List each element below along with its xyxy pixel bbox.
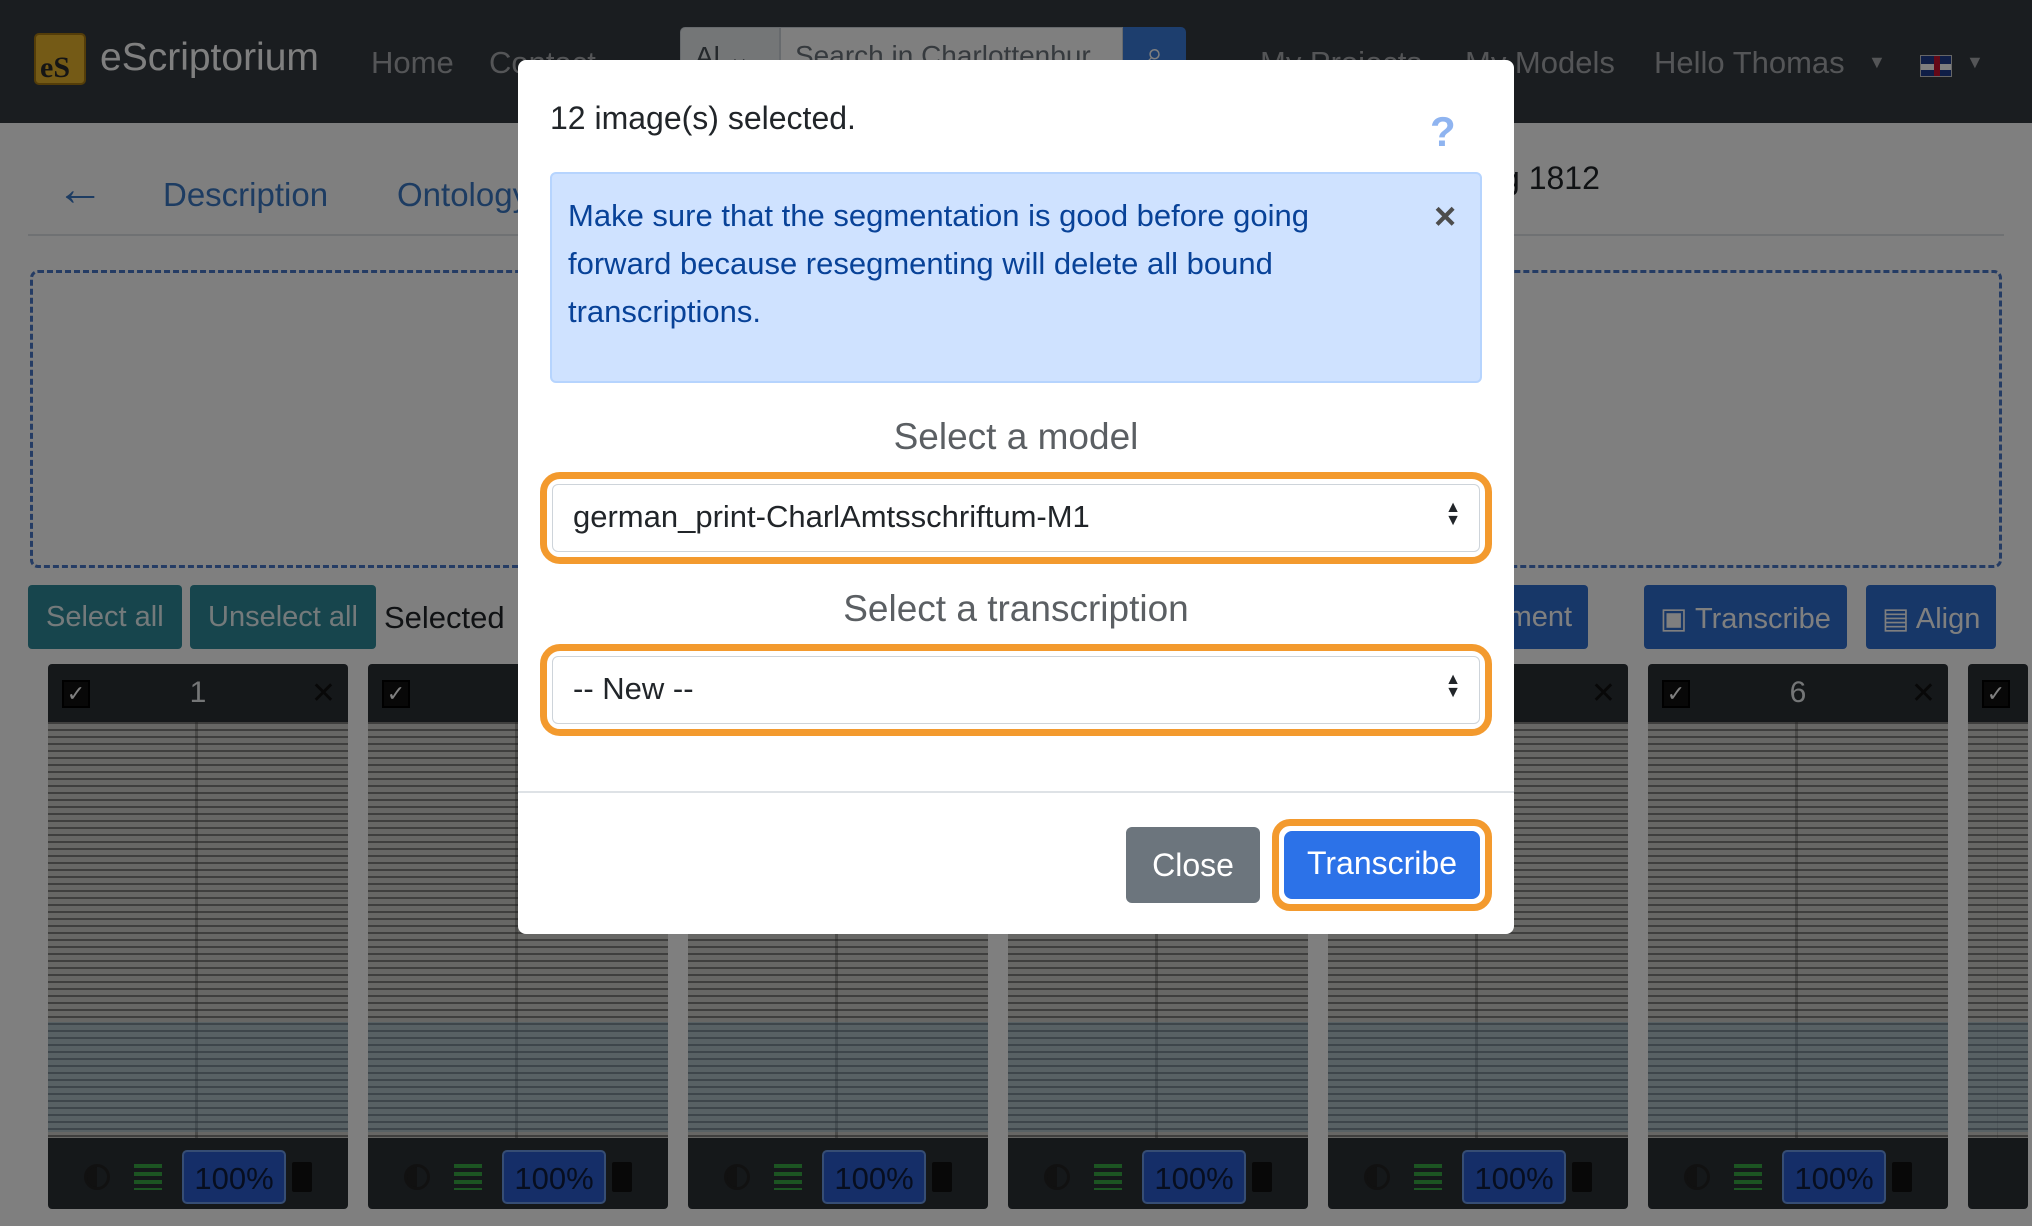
model-select[interactable]: german_print-CharlAmtsschriftum-M1 ▲ ▼ — [552, 484, 1480, 552]
transcription-select[interactable]: -- New -- ▲ ▼ — [552, 656, 1480, 724]
help-icon[interactable]: ? — [1430, 108, 1456, 156]
select-arrows-icon: ▲ ▼ — [1445, 499, 1461, 529]
transcribe-button[interactable]: Transcribe — [1284, 831, 1480, 899]
transcribe-button-highlight: Transcribe — [1272, 819, 1492, 911]
model-label: Select a model — [893, 416, 1139, 457]
close-button[interactable]: Close — [1126, 827, 1260, 903]
modal-footer-divider — [518, 791, 1514, 793]
warning-alert: Make sure that the segmentation is good … — [550, 172, 1482, 383]
transcribe-modal: 12 image(s) selected. ? Make sure that t… — [518, 60, 1514, 934]
alert-message: Make sure that the segmentation is good … — [568, 198, 1310, 329]
transcription-select-highlight: -- New -- ▲ ▼ — [540, 644, 1492, 736]
model-select-value: german_print-CharlAmtsschriftum-M1 — [573, 499, 1090, 534]
modal-title: 12 image(s) selected. — [550, 100, 856, 136]
select-arrows-icon: ▲ ▼ — [1445, 671, 1461, 701]
model-select-highlight: german_print-CharlAmtsschriftum-M1 ▲ ▼ — [540, 472, 1492, 564]
alert-close-icon[interactable]: × — [1434, 196, 1456, 239]
transcription-label: Select a transcription — [843, 588, 1189, 629]
transcription-select-value: -- New -- — [573, 671, 694, 706]
